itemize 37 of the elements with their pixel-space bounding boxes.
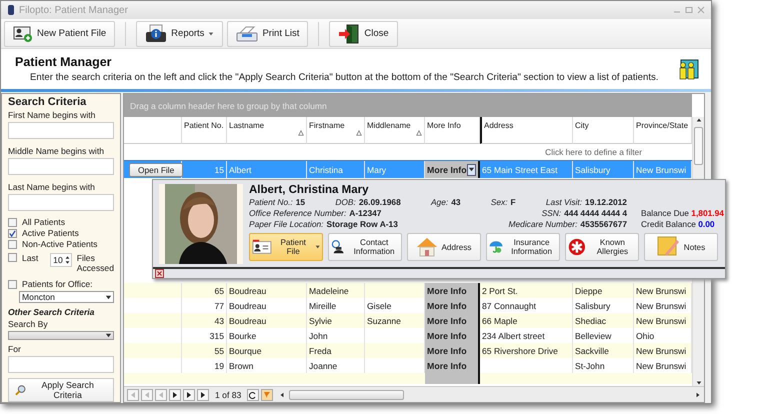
info-field: Sex: F	[490, 197, 516, 208]
panel-title: Search Criteria	[8, 96, 88, 108]
balance-value: 1,801.94	[691, 208, 724, 218]
info-field: Age: 43	[430, 197, 461, 208]
checkbox-label: All Patients	[22, 217, 65, 227]
field-label: First Name begins with	[8, 110, 96, 120]
balance-value: 0.00	[698, 219, 715, 229]
instructions-text: Enter the search criteria on the left and click the "Apply Search Criteria" button at the bottom of the "Search Criteria" section to view a list of patients.	[30, 72, 660, 83]
section-title: Other Search Criteria	[8, 307, 96, 317]
info-field: Last Visit: 19.12.2012	[546, 197, 627, 208]
group-by-area: Drag a column header here to group by that column	[124, 94, 692, 117]
page-title: Patient Manager	[15, 55, 113, 69]
balance-label: Balance Due	[641, 208, 689, 218]
checkbox-label: Last	[22, 253, 40, 263]
field-label: Search By	[8, 319, 49, 329]
info-field: DOB: 26.09.1968	[335, 197, 401, 208]
table-cell: 65 Main Street East	[480, 161, 573, 178]
spinner-label: Files Accessed	[76, 253, 114, 273]
table-cell: 15	[182, 161, 227, 178]
checkbox-label: Patients for Office:	[22, 279, 93, 289]
info-field: Medicare Number: 4535567677	[508, 219, 627, 230]
field-label: Middle Name begins with	[8, 146, 106, 156]
info-field: Paper File Location: Storage Row A-13	[249, 219, 398, 230]
balance-label: Credit Balance	[641, 219, 696, 229]
page-indicator: 1 of 83	[215, 390, 242, 400]
info-field: SSN: 444 4444 4444 4	[542, 208, 627, 219]
table-cell: Salisbury	[573, 161, 634, 178]
checkbox-label: Non-Active Patients	[22, 239, 98, 249]
window-title: Filopto: Patient Manager	[19, 4, 129, 16]
table-cell: Albert	[227, 161, 307, 178]
table-cell: Christina	[307, 161, 365, 178]
patient-name: Albert, Christina Mary	[249, 184, 370, 196]
checkbox-label: Active Patients	[22, 228, 79, 238]
field-label: For	[8, 344, 22, 354]
info-field: Patient No.: 15	[249, 197, 306, 208]
info-field: Office Reference Number: A-12347	[249, 208, 382, 219]
field-label: Last Name begins with	[8, 182, 96, 192]
